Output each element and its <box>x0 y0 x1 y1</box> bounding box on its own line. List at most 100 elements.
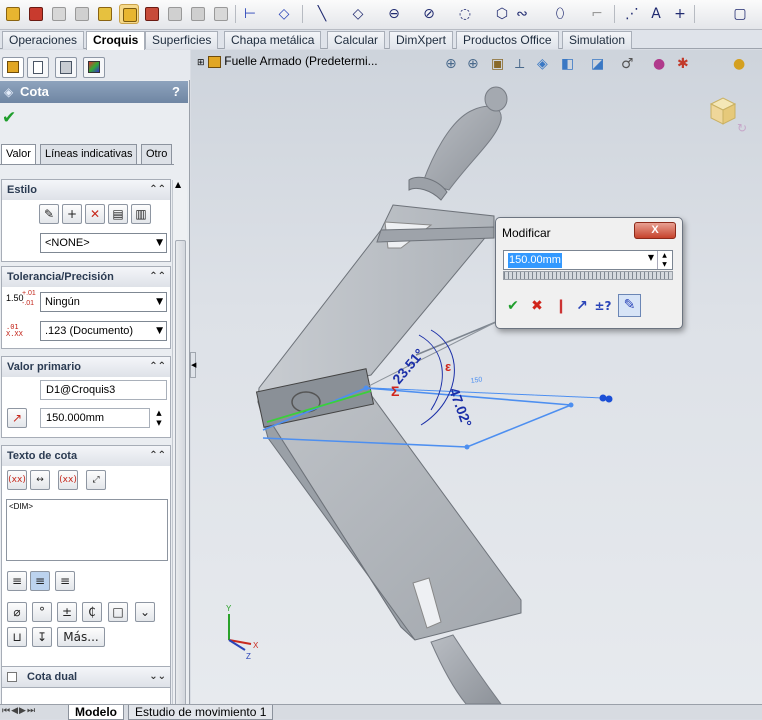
degree-symbol-icon[interactable]: ° <box>32 602 52 622</box>
cota-dual-header[interactable]: Cota dual ⌄⌄ <box>2 667 170 687</box>
tab-croquis[interactable]: Croquis <box>86 31 146 50</box>
text-icon[interactable]: A <box>646 4 666 24</box>
tab-scroll-arrows[interactable]: ⏮◀▶⏭ <box>2 706 36 716</box>
fillet-icon[interactable]: ⌐ <box>587 4 607 24</box>
point-icon[interactable]: + <box>670 4 690 24</box>
more-symbols-dropdown-icon[interactable]: ⌄ <box>135 602 155 622</box>
reset-spin-increment-icon[interactable]: ↗ <box>572 296 592 316</box>
tab-chapa-metalica[interactable]: Chapa metálica <box>224 31 322 49</box>
ok-button[interactable]: ✔ <box>503 296 523 316</box>
thumbwheel[interactable] <box>503 271 673 280</box>
command-manager-tabs: Operaciones Croquis Superficies Chapa me… <box>0 30 762 50</box>
square-symbol-icon[interactable]: □ <box>108 602 128 622</box>
grid-icon[interactable] <box>49 4 69 24</box>
valor-primario-header[interactable]: Valor primario ⌃⌃ <box>2 357 170 377</box>
configuration-manager-tab[interactable] <box>55 57 77 78</box>
tab-productos-office[interactable]: Productos Office <box>456 31 559 49</box>
svg-text:X: X <box>253 641 259 650</box>
tolerancia-header[interactable]: Tolerancia/Precisión ⌃⌃ <box>2 267 170 287</box>
exit-sketch-icon[interactable]: ▢ <box>730 4 750 24</box>
graphics-area[interactable]: ⊞ Fuelle Armado (Predetermi... ⊕ ⊕ ▣ ⟂ ◈… <box>191 50 762 704</box>
add-style-icon[interactable]: + <box>62 204 82 224</box>
close-button[interactable]: X <box>634 222 676 239</box>
polygon-icon[interactable]: ⬡ <box>492 4 512 24</box>
tab-dimxpert[interactable]: DimXpert <box>389 31 454 49</box>
dimension-name-field[interactable]: D1@Croquis3 <box>40 380 167 400</box>
tab-estudio-movimiento[interactable]: Estudio de movimiento 1 <box>128 705 274 720</box>
display-manager-tab[interactable] <box>83 57 105 78</box>
precision-select[interactable]: .123 (Documento) ▼ <box>40 321 167 341</box>
subtab-valor[interactable]: Valor <box>1 144 36 165</box>
property-manager-tab[interactable] <box>27 57 49 78</box>
centerline-icon[interactable]: ⋰ <box>622 4 642 24</box>
ok-check-button[interactable]: ✔ <box>2 108 16 128</box>
delete-style-icon[interactable]: ✕ <box>85 204 105 224</box>
diameter-symbol-icon[interactable]: ⌀ <box>7 602 27 622</box>
sketch3d-icon[interactable] <box>95 4 115 24</box>
subtab-lineas-indicativas[interactable]: Líneas indicativas <box>40 144 138 164</box>
quick-snaps-icon[interactable] <box>142 4 162 24</box>
ellipse-icon[interactable]: ⬯ <box>550 4 570 24</box>
scroll-up-icon[interactable]: ▲ <box>175 180 181 189</box>
rapid-sketch-icon[interactable] <box>188 4 208 24</box>
dimension-pencil-icon[interactable]: ⊢ <box>240 4 260 24</box>
expand-icon: ⌄⌄ <box>149 671 166 682</box>
relations-icon[interactable] <box>72 4 92 24</box>
display-icon[interactable] <box>165 4 185 24</box>
collapse-icon: ⌃⌃ <box>149 450 166 461</box>
depth-symbol-icon[interactable]: ↧ <box>32 627 52 647</box>
smart-dimension-icon[interactable] <box>26 4 46 24</box>
save-style-icon[interactable]: ▤ <box>108 204 128 224</box>
sketch-icon[interactable] <box>3 4 23 24</box>
modify-value-input[interactable]: 150.00mm ▼ ▲ ▼ <box>503 250 673 270</box>
align-center-icon[interactable]: ≡ <box>30 571 50 591</box>
texto-cota-header[interactable]: Texto de cota ⌃⌃ <box>2 446 170 466</box>
center-dimension-icon[interactable]: ↔ <box>30 470 50 490</box>
spline-icon[interactable]: ∾ <box>512 4 532 24</box>
subtab-otro[interactable]: Otro <box>141 144 173 164</box>
mark-for-drawing-icon[interactable]: ✎ <box>618 294 641 317</box>
scroll-thumb[interactable] <box>175 240 186 720</box>
more-button[interactable]: Más... <box>57 627 105 647</box>
counterbore-symbol-icon[interactable]: ⊔ <box>7 627 27 647</box>
tab-modelo[interactable]: Modelo <box>68 705 124 720</box>
slot-icon[interactable]: ⊖ <box>384 4 404 24</box>
tab-simulation[interactable]: Simulation <box>562 31 633 49</box>
tab-operaciones[interactable]: Operaciones <box>2 31 85 49</box>
help-button[interactable]: ? <box>172 81 180 103</box>
eraser-icon[interactable]: ◇ <box>274 4 294 24</box>
load-style-icon[interactable]: ▥ <box>131 204 151 224</box>
dimension-value-field[interactable]: 150.000mm <box>40 408 150 428</box>
circle-icon[interactable]: ⊘ <box>419 4 439 24</box>
apply-default-style-icon[interactable]: ✎ <box>39 204 59 224</box>
add-parentheses-icon[interactable]: (xx) <box>7 470 27 490</box>
move-icon[interactable] <box>211 4 231 24</box>
feature-manager-tab[interactable] <box>2 57 24 78</box>
panel-scrollbar[interactable]: ▲ <box>172 180 187 720</box>
mark-dimension-button[interactable]: ±? <box>593 296 613 316</box>
edit-sketch-icon[interactable] <box>119 4 139 24</box>
dimension-text-area[interactable]: <DIM> <box>6 499 168 561</box>
align-right-icon[interactable]: ≡ <box>55 571 75 591</box>
cota-dual-checkbox[interactable] <box>7 672 17 683</box>
tab-superficies[interactable]: Superficies <box>145 31 219 49</box>
style-select[interactable]: <NONE> ▼ <box>40 233 167 253</box>
align-left-icon[interactable]: ≡ <box>7 571 27 591</box>
plus-minus-symbol-icon[interactable]: ± <box>57 602 77 622</box>
rebuild-icon[interactable]: ❙ <box>551 296 571 316</box>
tab-calcular[interactable]: Calcular <box>327 31 386 49</box>
tolerance-type-select[interactable]: Ningún ▼ <box>40 292 167 312</box>
cancel-button[interactable]: ✖ <box>527 296 547 316</box>
arc-icon[interactable]: ◌ <box>455 4 475 24</box>
line-icon[interactable]: ╲ <box>312 4 332 24</box>
value-spinner[interactable]: ▲ ▼ <box>657 251 671 269</box>
reverse-direction-icon[interactable]: ↗ <box>7 408 27 428</box>
centerline-symbol-icon[interactable]: ₵ <box>82 602 102 622</box>
estilo-header[interactable]: Estilo ⌃⌃ <box>2 180 170 200</box>
units-dropdown-icon[interactable]: ▼ <box>648 253 654 262</box>
rectangle-icon[interactable]: ◇ <box>348 4 368 24</box>
offset-text-icon[interactable]: ⤢ <box>86 470 106 490</box>
value-spinner[interactable]: ▲ ▼ <box>152 408 166 428</box>
panel-collapse-handle[interactable]: ◀ <box>190 352 196 378</box>
inspection-dimension-icon[interactable]: (xx) <box>58 470 78 490</box>
